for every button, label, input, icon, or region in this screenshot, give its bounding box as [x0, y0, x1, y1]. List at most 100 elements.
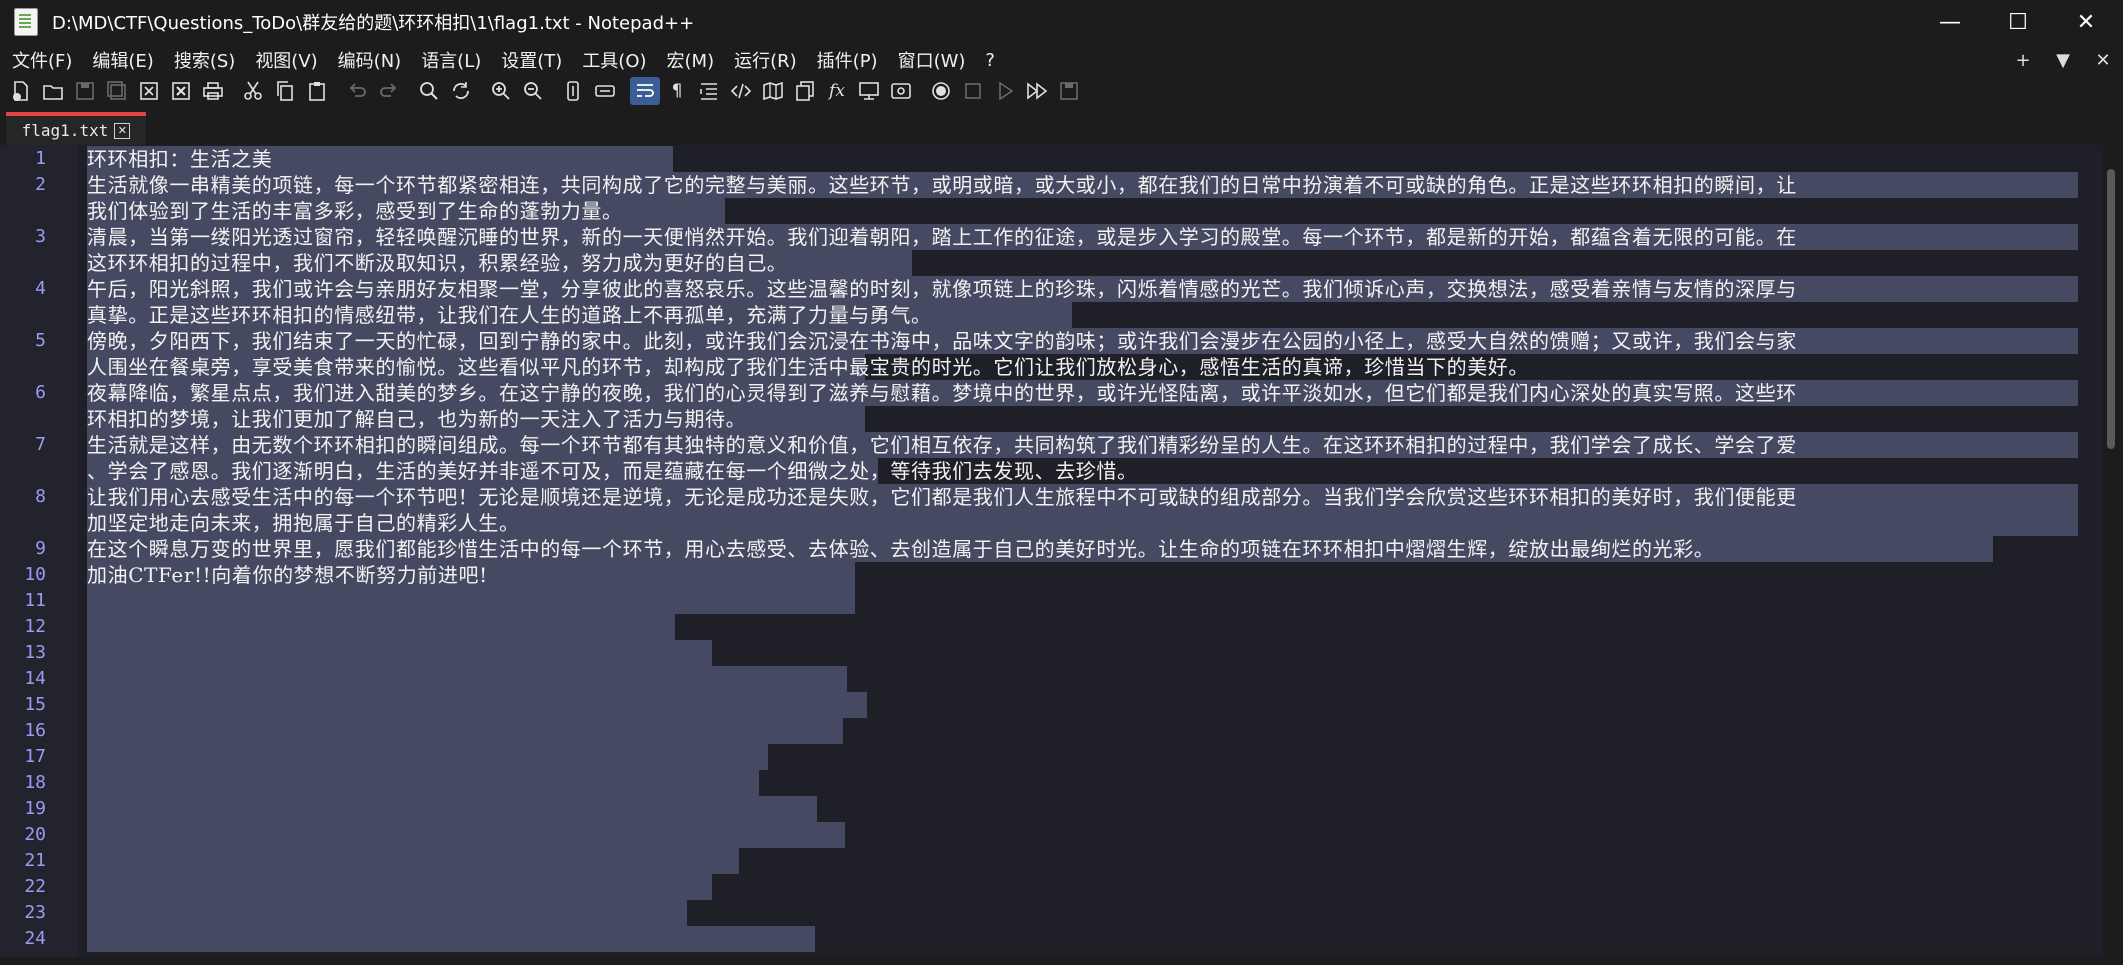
tab-bar: flag1.txt ✕	[0, 106, 2123, 146]
copy-icon[interactable]	[270, 77, 300, 105]
selection-row	[87, 640, 712, 666]
text-line: 我们体验到了生活的丰富多彩，感受到了生命的蓬勃力量。	[87, 199, 623, 223]
replace-icon[interactable]	[446, 77, 476, 105]
document-list-icon[interactable]	[790, 77, 820, 105]
line-number: 4	[35, 278, 46, 299]
line-number: 9	[35, 538, 46, 559]
selection-row	[87, 848, 739, 874]
line-number: 16	[24, 720, 46, 741]
close-document-button[interactable]: ✕	[2083, 50, 2123, 71]
text-line: 生活就像一串精美的项链，每一个环节都紧密相连，共同构成了它的完整与美丽。这些环节…	[87, 173, 1797, 197]
run-macro-multiple-icon[interactable]	[1022, 77, 1052, 105]
scrollbar-thumb[interactable]	[2107, 169, 2115, 449]
zoom-out-icon[interactable]	[518, 77, 548, 105]
selection-row	[87, 666, 847, 692]
redo-icon[interactable]	[374, 77, 404, 105]
line-number: 21	[24, 850, 46, 871]
undo-icon[interactable]	[342, 77, 372, 105]
close-icon[interactable]	[134, 77, 164, 105]
record-macro-icon[interactable]	[926, 77, 956, 105]
menu-settings[interactable]: 设置(T)	[493, 47, 570, 73]
line-number: 19	[24, 798, 46, 819]
menu-run[interactable]: 运行(R)	[726, 47, 805, 73]
menu-macro[interactable]: 宏(M)	[659, 47, 723, 73]
tab-flag1-txt[interactable]: flag1.txt ✕	[6, 112, 146, 145]
find-icon[interactable]	[414, 77, 444, 105]
sync-vertical-icon[interactable]	[558, 77, 588, 105]
new-tab-button[interactable]: +	[2003, 50, 2043, 71]
text-line: 清晨，当第一缕阳光透过窗帘，轻轻唤醒沉睡的世界，新的一天便悄然开始。我们迎着朝阳…	[87, 225, 1797, 249]
play-macro-icon[interactable]	[990, 77, 1020, 105]
menu-encoding[interactable]: 编码(N)	[330, 47, 410, 73]
maximize-button[interactable]: ☐	[1984, 0, 2052, 44]
line-number: 17	[24, 746, 46, 767]
text-line: 真挚。正是这些环环相扣的情感纽带，让我们在人生的道路上不再孤单，充满了力量与勇气…	[87, 303, 932, 327]
notepad-plus-plus-icon	[14, 8, 38, 36]
selection-row	[87, 718, 843, 744]
open-file-icon[interactable]	[38, 77, 68, 105]
selection-row	[87, 614, 675, 640]
line-number: 23	[24, 902, 46, 923]
line-number: 6	[35, 382, 46, 403]
title-bar: D:\MD\CTF\Questions_ToDo\群友给的题\环环相扣\1\fl…	[0, 0, 2123, 44]
line-number: 11	[24, 590, 46, 611]
selection-row	[87, 926, 815, 952]
line-number-gutter: 1 2 3 4 5 6 7 8 9 10 11 12 13 14 15 16 17 18 19 20 21 22 23 24	[0, 145, 78, 965]
sync-horizontal-icon[interactable]	[590, 77, 620, 105]
menu-plugins[interactable]: 插件(P)	[809, 47, 886, 73]
menu-edit[interactable]: 编辑(E)	[84, 47, 161, 73]
monitor-icon[interactable]	[854, 77, 884, 105]
function-list-icon[interactable]: fx	[822, 77, 852, 105]
tab-label: flag1.txt	[21, 121, 109, 140]
selection-row	[87, 744, 768, 770]
line-number: 15	[24, 694, 46, 715]
minimize-button[interactable]: —	[1916, 0, 1984, 44]
cut-icon[interactable]	[238, 77, 268, 105]
line-number: 2	[35, 174, 46, 195]
text-line: 人围坐在餐桌旁，享受美食带来的愉悦。这些看似平凡的环节，却构成了我们生活中最宝贵…	[87, 355, 1529, 379]
save-macro-icon[interactable]	[1054, 77, 1084, 105]
show-all-chars-icon[interactable]: ¶	[662, 77, 692, 105]
print-icon[interactable]	[198, 77, 228, 105]
line-number: 3	[35, 226, 46, 247]
folder-workspace-icon[interactable]	[886, 77, 916, 105]
line-number: 10	[24, 564, 46, 585]
selection-row	[87, 588, 855, 614]
text-line: 这环环相扣的过程中，我们不断汲取知识，积累经验，努力成为更好的自己。	[87, 251, 788, 275]
text-line: 环环相扣：生活之美	[87, 147, 273, 171]
vertical-scrollbar[interactable]	[2103, 145, 2123, 965]
tab-close-icon[interactable]: ✕	[114, 122, 131, 139]
window-title: D:\MD\CTF\Questions_ToDo\群友给的题\环环相扣\1\fl…	[52, 13, 695, 34]
save-all-icon[interactable]	[102, 77, 132, 105]
zoom-in-icon[interactable]	[486, 77, 516, 105]
close-all-icon[interactable]	[166, 77, 196, 105]
menu-help[interactable]: ?	[977, 50, 1003, 71]
menu-file[interactable]: 文件(F)	[4, 47, 80, 73]
selection-row	[87, 770, 759, 796]
indent-guide-icon[interactable]	[694, 77, 724, 105]
line-number: 20	[24, 824, 46, 845]
menu-tools[interactable]: 工具(O)	[574, 47, 654, 73]
text-line: 、学会了感恩。我们逐渐明白，生活的美好并非遥不可及，而是蕴藏在每一个细微之处，等…	[87, 459, 1138, 483]
menu-language[interactable]: 语言(L)	[413, 47, 489, 73]
menu-search[interactable]: 搜索(S)	[166, 47, 243, 73]
line-number: 8	[35, 486, 46, 507]
word-wrap-icon[interactable]	[630, 77, 660, 105]
menu-window[interactable]: 窗口(W)	[890, 47, 974, 73]
save-icon[interactable]	[70, 77, 100, 105]
menu-view[interactable]: 视图(V)	[247, 47, 325, 73]
new-file-icon[interactable]	[6, 77, 36, 105]
close-window-button[interactable]: ✕	[2052, 0, 2120, 44]
tab-list-button[interactable]: ▼	[2043, 50, 2083, 71]
text-line: 加油CTFer!!向着你的梦想不断努力前进吧!	[87, 563, 488, 587]
paste-icon[interactable]	[302, 77, 332, 105]
toolbar: ¶ fx	[0, 76, 2123, 106]
line-number: 13	[24, 642, 46, 663]
document-map-icon[interactable]	[758, 77, 788, 105]
xml-tag-icon[interactable]	[726, 77, 756, 105]
editor[interactable]: 1 2 3 4 5 6 7 8 9 10 11 12 13 14 15 16 17 18 19 20 21 22 23 24 …	[0, 145, 2103, 965]
text-line: 午后，阳光斜照，我们或许会与亲朋好友相聚一堂，分享彼此的喜怒哀乐。这些温馨的时刻…	[87, 277, 1797, 301]
stop-record-icon[interactable]	[958, 77, 988, 105]
line-number: 18	[24, 772, 46, 793]
text-line: 让我们用心去感受生活中的每一个环节吧！无论是顺境还是逆境，无论是成功还是失败，它…	[87, 485, 1797, 509]
